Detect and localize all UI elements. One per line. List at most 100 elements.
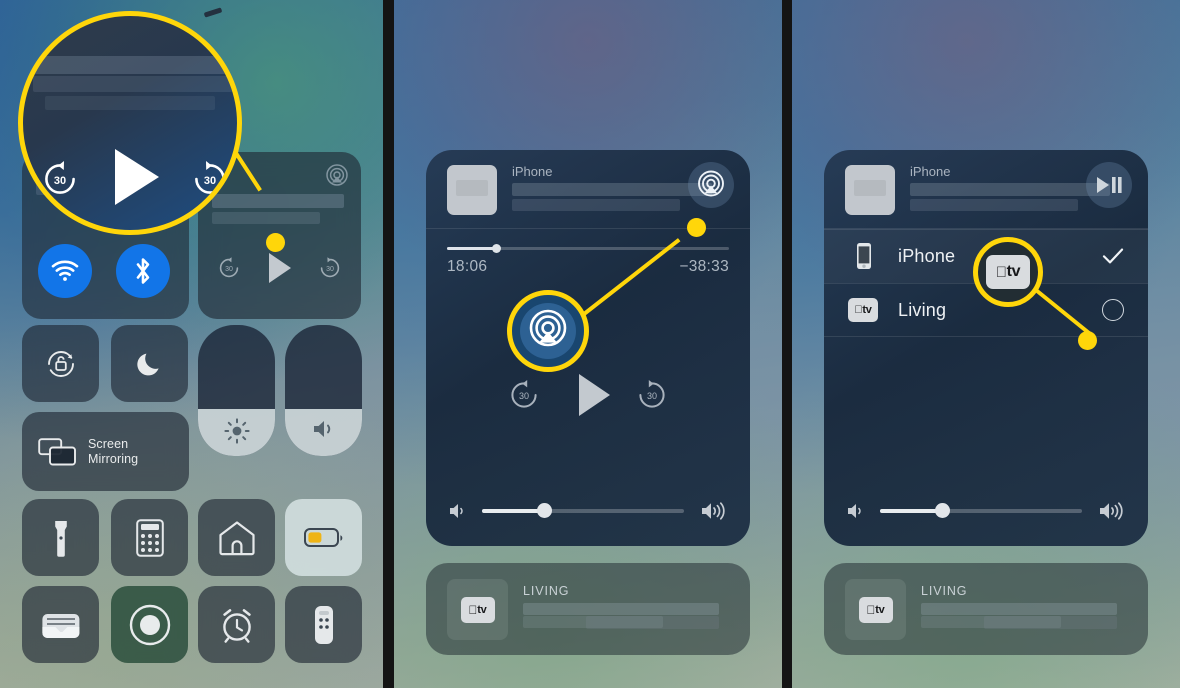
volume-fill [880,509,941,513]
play-button[interactable] [574,372,614,418]
forward-30-button[interactable]: 30 [635,378,669,412]
svg-text:30: 30 [647,391,657,401]
bluetooth-button[interactable] [116,244,170,298]
airplay-audio-icon[interactable] [325,164,349,188]
blurred-subtitle [212,212,320,224]
speaker-high-icon [700,499,732,523]
alarm-tile[interactable] [198,586,275,663]
row-divider [824,229,1148,230]
airplay-audio-icon-magnified[interactable] [520,303,576,359]
remaining-time: −38:33 [679,258,729,275]
speaker-low-icon [448,501,470,521]
blurred-line [586,616,719,629]
volume-knob[interactable] [934,503,950,519]
volume-row[interactable] [444,495,732,525]
device-name: Living [898,299,947,320]
blurred-artist [512,199,680,211]
living-label: LIVING [523,584,570,598]
magnifier-right: tv [973,237,1043,307]
media-card-header: iPhone [824,150,1148,229]
play-button[interactable] [265,251,295,285]
media-card-mid[interactable]: iPhone 18:06 −38:33 30 30 [426,150,750,546]
source-label: iPhone [910,164,951,179]
screen-mirroring-tile[interactable]: Screen Mirroring [22,412,189,491]
blurred-track-title [910,183,1110,196]
volume-slider-tile[interactable] [285,325,362,456]
volume-track[interactable] [880,503,1082,519]
svg-text:30: 30 [204,175,216,187]
blurred-title-magnified [33,56,228,74]
living-thumbnail: tv [845,579,906,640]
svg-text:30: 30 [326,266,334,273]
bluetooth-icon [134,257,152,285]
screen-record-tile[interactable] [111,586,188,663]
source-label: iPhone [512,164,553,179]
wifi-button[interactable] [38,244,92,298]
scrub-bar[interactable] [447,244,729,253]
apple-tv-remote-tile[interactable] [285,586,362,663]
apple-tv-icon: tv [848,298,878,322]
living-card-right[interactable]: tv LIVING [824,563,1148,655]
volume-knob[interactable] [536,503,552,519]
checkmark-icon [1102,247,1124,265]
living-card-mid[interactable]: tv LIVING [426,563,750,655]
calculator-icon [135,518,164,557]
blurred-line [984,616,1117,629]
forward-30-button-magnified[interactable]: 30 [189,158,231,200]
callout-dot-left [266,233,285,252]
battery-icon [303,527,344,549]
record-icon [129,604,171,646]
flashlight-icon [53,519,69,557]
iphone-icon [851,242,877,270]
scrub-knob[interactable] [492,244,502,253]
rotation-lock-icon [42,345,80,383]
screen-mirroring-label: Screen Mirroring [88,436,139,466]
wallet-tile[interactable] [22,586,99,663]
low-power-mode-tile[interactable] [285,499,362,576]
rewind-30-button[interactable]: 30 [507,378,541,412]
panel-now-playing: iPhone 18:06 −38:33 30 30 tv LIVING [394,0,782,688]
media-card-right[interactable]: iPhone iPhone tv Living [824,150,1148,546]
flashlight-tile[interactable] [22,499,99,576]
forward-30-button[interactable]: 30 [317,255,343,281]
volume-fill [482,509,543,513]
rewind-30-button[interactable]: 30 [216,255,242,281]
living-label: LIVING [921,584,968,598]
brightness-slider-tile[interactable] [198,325,275,456]
home-tile[interactable] [198,499,275,576]
blurred-subtitle-magnified [45,96,215,110]
calculator-tile[interactable] [111,499,188,576]
play-pause-icon [1095,175,1123,195]
speaker-high-icon [1098,499,1130,523]
speaker-low-icon [846,501,868,521]
alarm-clock-icon [218,606,256,644]
do-not-disturb-tile[interactable] [111,325,188,402]
play-pause-button[interactable] [1086,162,1132,208]
volume-track[interactable] [482,503,684,519]
tv-remote-icon [314,605,334,645]
panel-control-center: 30 30 Screen Mirroring 30 30 [0,0,383,688]
rotation-lock-tile[interactable] [22,325,99,402]
blurred-artist [910,199,1078,211]
media-card-header: iPhone [426,150,750,229]
album-artwork [845,165,895,215]
device-radio-button[interactable] [1102,299,1124,321]
device-name: iPhone [898,245,956,266]
blurred-track-title [512,183,712,196]
scrub-progress [447,247,498,250]
volume-row[interactable] [842,495,1130,525]
blurred-subtitle-magnified [33,76,233,92]
magnifier-mid [507,290,589,372]
blurred-title [212,194,344,208]
living-thumbnail: tv [447,579,508,640]
elapsed-time: 18:06 [447,258,488,275]
rewind-30-button-magnified[interactable]: 30 [39,158,81,200]
magnifier-left: 30 30 [18,11,242,235]
blurred-line [523,603,719,615]
row-divider [824,336,1148,337]
play-button-magnified[interactable] [109,146,163,208]
speaker-icon [310,417,338,441]
blurred-line [921,603,1117,615]
airplay-button[interactable] [688,162,734,208]
wifi-icon [51,260,79,282]
